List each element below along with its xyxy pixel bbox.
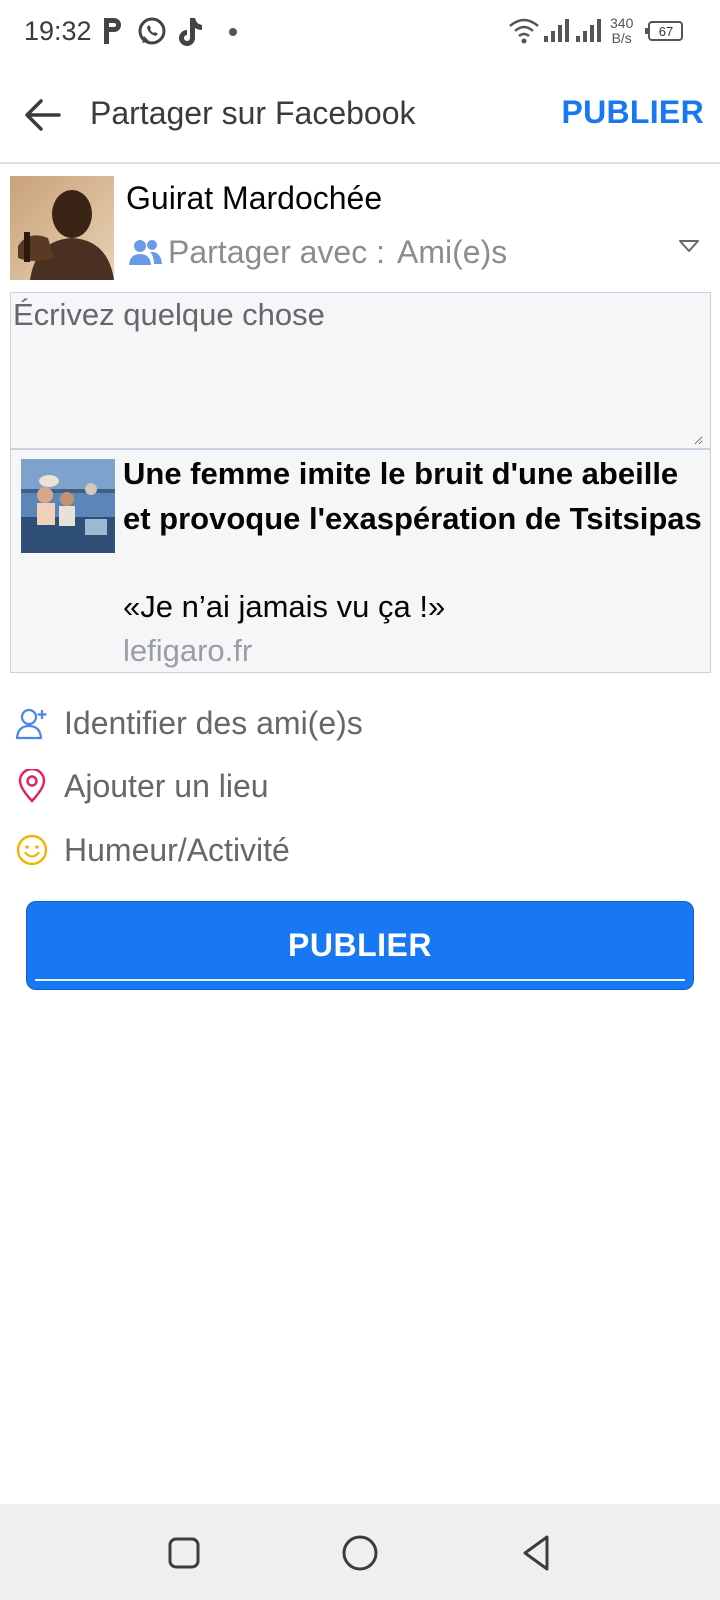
publish-button-label: PUBLIER — [288, 927, 432, 963]
tag-friends-option[interactable]: Identifier des ami(e)s — [0, 693, 720, 753]
notification-dot — [229, 28, 237, 36]
post-composer: Une femme imite le bruit d'une abeille e… — [10, 292, 711, 673]
tiktok-icon — [176, 14, 206, 55]
add-location-option[interactable]: Ajouter un lieu — [0, 756, 720, 816]
network-rate-value: 340 — [610, 15, 634, 31]
link-description: «Je n’ai jamais vu ça !» — [123, 589, 446, 624]
user-name: Guirat Mardochée — [126, 180, 383, 216]
nav-back-button[interactable] — [516, 1532, 558, 1574]
option-label: Ajouter un lieu — [64, 767, 269, 804]
signal-icon-2 — [574, 14, 602, 53]
recent-apps-icon — [168, 1537, 200, 1569]
parking-p-icon — [100, 14, 124, 55]
link-thumbnail — [21, 459, 115, 553]
back-button[interactable] — [18, 90, 68, 140]
share-with-value: Ami(e)s — [397, 233, 508, 270]
page-title: Partager sur Facebook — [90, 95, 416, 131]
button-underline — [35, 979, 685, 981]
back-icon — [523, 1535, 549, 1571]
publish-button[interactable]: PUBLIER — [26, 901, 694, 990]
arrow-left-icon — [25, 99, 61, 131]
publish-top-button[interactable]: PUBLIER — [561, 94, 704, 131]
option-label: Identifier des ami(e)s — [64, 704, 363, 741]
option-label: Humeur/Activité — [64, 831, 290, 868]
tag-friend-icon — [14, 705, 50, 741]
chevron-down-icon[interactable] — [678, 238, 700, 259]
status-time: 19:32 — [24, 16, 92, 46]
avatar — [10, 176, 114, 280]
people-icon — [129, 240, 162, 265]
post-text-input[interactable] — [13, 297, 703, 445]
link-title: Une femme imite le bruit d'une abeille e… — [123, 456, 702, 536]
smiley-icon — [14, 832, 50, 868]
home-icon — [342, 1535, 378, 1571]
composer-divider — [11, 448, 710, 450]
recent-apps-button[interactable] — [163, 1532, 205, 1574]
feeling-activity-option[interactable]: Humeur/Activité — [0, 820, 720, 880]
system-nav-bar — [0, 1504, 720, 1600]
app-bar: Partager sur Facebook PUBLIER — [0, 66, 720, 164]
signal-icon — [542, 14, 570, 53]
wifi-icon — [508, 14, 540, 53]
location-pin-icon — [14, 768, 50, 804]
battery-icon: 67 — [644, 20, 684, 49]
link-domain: lefigaro.fr — [123, 633, 253, 668]
status-bar: 19:32 340 B/s 67 — [0, 0, 720, 66]
battery-level: 67 — [659, 24, 673, 39]
network-rate-unit: B/s — [611, 30, 632, 46]
share-with-label: Partager avec : — [168, 233, 385, 270]
home-button[interactable] — [339, 1532, 381, 1574]
network-rate: 340 B/s — [610, 16, 633, 46]
whatsapp-icon — [136, 14, 168, 55]
audience-selector[interactable]: Partager avec : Ami(e)s — [128, 232, 507, 272]
